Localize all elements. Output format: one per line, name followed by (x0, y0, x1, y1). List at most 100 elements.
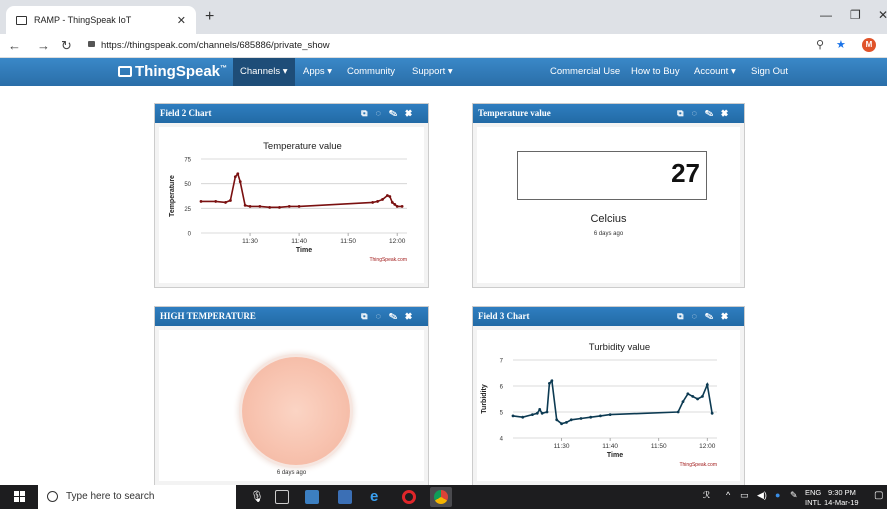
close-icon[interactable]: ✖ (721, 108, 736, 118)
data-point (243, 203, 247, 207)
edge-browser-icon[interactable]: e (370, 489, 384, 504)
edit-pencil-icon[interactable]: ✎ (705, 311, 721, 321)
tray-expand-icon[interactable]: ^ (726, 490, 730, 500)
keyboard-layout[interactable]: INTL (805, 498, 821, 507)
bluetooth-icon[interactable]: ● (775, 490, 780, 500)
field2-chart-widget: Field 2 Chart ⧉◌✎✖ Temperature value 0 25 5… (154, 103, 429, 288)
language-indicator[interactable]: ENG (805, 488, 821, 497)
data-point (388, 195, 392, 198)
data-point (511, 414, 515, 418)
edit-pencil-icon[interactable]: ✎ (389, 108, 405, 118)
data-point (229, 199, 232, 202)
notifications-icon[interactable]: ▢ (874, 490, 883, 501)
network-icon[interactable]: ▭ (740, 490, 749, 501)
x-tick-label: 11:30 (554, 443, 570, 450)
data-point (535, 411, 539, 415)
nav-sign-out[interactable]: Sign Out (744, 58, 795, 86)
microphone-icon[interactable]: 🎙 (250, 490, 264, 503)
edit-pencil-icon[interactable]: ✎ (389, 311, 405, 321)
close-icon[interactable]: ✖ (405, 311, 420, 321)
chart-credit: ThingSpeak.com (369, 257, 407, 263)
chat-bubble-icon (118, 66, 132, 77)
turbidity-chart: Turbidity value 4 5 6 7 11:30 11:40 11:50 12:00 T… (481, 342, 717, 468)
windows-taskbar: Type here to search 🎙 e ℛ ^ ▭ ◀) ● ✎ ENG… (0, 485, 887, 509)
clock-time[interactable]: 9:30 PM (828, 488, 856, 497)
reload-icon[interactable]: ↻ (61, 38, 72, 54)
clock-date[interactable]: 14-Mar-19 (824, 498, 859, 507)
back-icon[interactable]: ← (8, 38, 21, 53)
search-placeholder: Type here to search (66, 491, 155, 502)
chrome-taskbar-button[interactable] (430, 487, 452, 507)
browser-tab[interactable]: RAMP - ThingSpeak IoT ✕ (6, 6, 196, 34)
y-tick-label: 75 (184, 158, 191, 164)
data-point (555, 418, 559, 422)
pen-icon[interactable]: ✎ (790, 490, 798, 501)
widget-header: HIGH TEMPERATURE ⧉◌✎✖ (155, 307, 428, 326)
close-icon[interactable]: ✖ (721, 311, 736, 321)
tab-title: RAMP - ThingSpeak IoT (34, 15, 132, 25)
file-explorer-icon[interactable] (338, 490, 352, 504)
comment-icon[interactable]: ◌ (692, 311, 705, 321)
x-axis-label: Time (296, 247, 312, 254)
widget-actions: ⧉◌✎✖ (677, 307, 736, 326)
brand-trademark: ™ (220, 65, 228, 72)
data-point (681, 400, 685, 403)
data-point (248, 204, 252, 208)
store-icon[interactable] (305, 490, 319, 504)
popout-icon[interactable]: ⧉ (677, 311, 691, 321)
x-axis-label: Time (607, 452, 623, 459)
data-point (579, 417, 583, 420)
popout-icon[interactable]: ⧉ (361, 311, 375, 321)
widget-actions: ⧉◌✎✖ (361, 104, 420, 123)
zoom-icon[interactable]: ⚲ (816, 38, 824, 51)
taskbar-search[interactable]: Type here to search (38, 485, 236, 509)
last-updated: 6 days ago (593, 231, 624, 237)
bookmark-star-icon[interactable]: ★ (836, 38, 846, 51)
x-tick-label: 11:50 (340, 238, 356, 245)
data-point (701, 395, 704, 398)
data-point (676, 410, 680, 414)
opera-icon[interactable] (402, 490, 416, 504)
data-point (376, 200, 379, 203)
y-tick-label: 25 (184, 207, 191, 213)
new-tab-icon[interactable]: + (205, 8, 214, 26)
comment-icon[interactable]: ◌ (376, 311, 389, 321)
task-view-icon[interactable] (275, 490, 289, 504)
profile-avatar[interactable]: M (862, 38, 876, 52)
thingspeak-logo[interactable]: ThingSpeak™ (118, 63, 227, 80)
restore-icon[interactable]: ❐ (850, 8, 861, 22)
data-point (540, 411, 544, 415)
nav-support[interactable]: Support ▾ (405, 58, 460, 86)
windows-start-icon[interactable] (14, 491, 25, 502)
cortana-icon (47, 491, 58, 502)
close-icon[interactable]: ✖ (405, 108, 420, 118)
nav-channels[interactable]: Channels ▾ (233, 58, 295, 86)
people-icon[interactable]: ℛ (703, 490, 710, 501)
nav-account[interactable]: Account ▾ (687, 58, 743, 86)
data-point (199, 200, 203, 203)
x-tick-label: 12:00 (699, 443, 716, 450)
y-tick-label: 50 (184, 182, 191, 188)
url-field[interactable]: https://thingspeak.com/channels/685886/p… (88, 40, 330, 51)
field3-chart-widget: Field 3 Chart ⧉◌✎✖ Turbidity value 4 5 6 7 11… (472, 306, 745, 486)
close-tab-icon[interactable]: ✕ (177, 14, 186, 27)
comment-icon[interactable]: ◌ (692, 108, 705, 118)
comment-icon[interactable]: ◌ (376, 108, 389, 118)
popout-icon[interactable]: ⧉ (361, 108, 375, 118)
lamp-area: 6 days ago (159, 330, 424, 481)
forward-icon[interactable]: → (37, 38, 50, 53)
volume-icon[interactable]: ◀) (757, 490, 767, 501)
x-tick-label: 11:30 (242, 238, 258, 245)
minimize-icon[interactable]: — (820, 8, 832, 22)
nav-commercial-use[interactable]: Commercial Use (543, 58, 627, 86)
popout-icon[interactable]: ⧉ (677, 108, 691, 118)
edit-pencil-icon[interactable]: ✎ (705, 108, 721, 118)
widget-title: Field 3 Chart (478, 311, 530, 321)
nav-how-to-buy[interactable]: How to Buy (624, 58, 687, 86)
thingspeak-favicon-icon (16, 15, 27, 25)
data-point (531, 413, 534, 416)
close-window-icon[interactable]: ✕ (878, 8, 887, 22)
nav-community[interactable]: Community (340, 58, 402, 86)
data-point (287, 204, 291, 208)
nav-apps[interactable]: Apps ▾ (296, 58, 339, 86)
